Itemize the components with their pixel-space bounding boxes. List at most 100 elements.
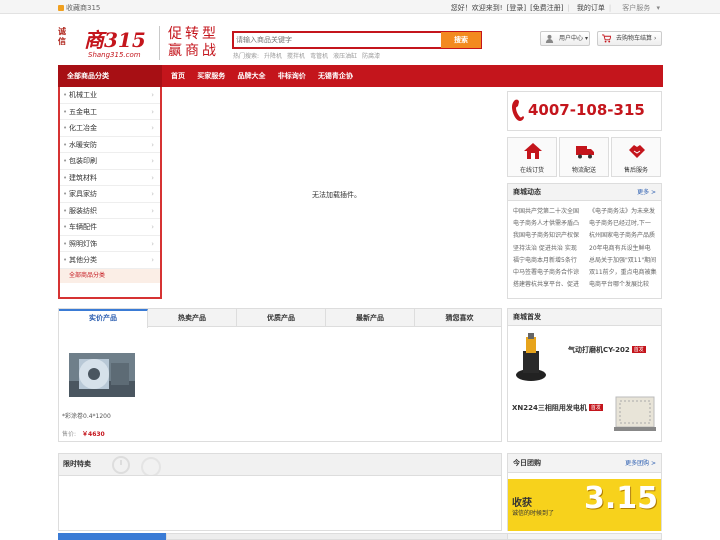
hot-search: 热门搜索: 升降机 搅拌机 弯管机 液压油缸 防腐漆 xyxy=(233,51,385,60)
category-label: 机械工业 xyxy=(69,91,97,99)
sander-image xyxy=(516,333,546,381)
news-item[interactable]: 20年电商有兵设生鲜电 xyxy=(589,243,659,255)
slogan: 促转型 赢商战 xyxy=(159,26,219,60)
nav-item-inquiry[interactable]: 非标询价 xyxy=(273,65,311,87)
first-release-badge: 首发 xyxy=(631,346,646,353)
category-item[interactable]: 五金电工 › xyxy=(60,104,160,120)
chevron-right-icon: › xyxy=(151,107,154,116)
group-buy-more-link[interactable]: 更多团购 > xyxy=(625,454,656,473)
shop-first-item[interactable]: XN224三相阻用发电机 首发 xyxy=(508,387,661,442)
search-input[interactable] xyxy=(236,34,436,46)
news-item[interactable]: 《电子商务法》为未来发 xyxy=(589,206,659,218)
category-item[interactable]: 服装纺织 › xyxy=(60,203,160,219)
news-item[interactable]: 电子商务已经过时,下一 xyxy=(589,218,659,230)
search-button[interactable]: 搜索 xyxy=(441,32,481,48)
hotline-number: 4007-108-315 xyxy=(528,101,645,119)
shop-first-item[interactable]: 气动打磨机CY-202 首发 xyxy=(508,331,661,386)
hot-word[interactable]: 弯管机 xyxy=(310,53,328,60)
news-item[interactable]: 电商平台哪个发展比较 xyxy=(589,279,659,291)
chevron-right-icon: › xyxy=(151,91,154,99)
limited-sale-panel: 限时特卖 xyxy=(58,453,502,531)
category-item[interactable]: 机械工业 › xyxy=(60,87,160,104)
nav-item-buyer-service[interactable]: 买家服务 xyxy=(192,65,230,87)
product-tabs: 实价产品 热卖产品 优质产品 最新产品 猜您喜欢 xyxy=(59,309,504,328)
service-shortcuts: 在线订货 物流配送 售后服务 xyxy=(507,137,662,177)
service-delivery[interactable]: 物流配送 xyxy=(559,137,609,177)
news-item[interactable]: 双11前夕，重点电商被集 xyxy=(589,267,659,279)
product-price-row: 售价: ￥4630 xyxy=(62,429,105,438)
generator-image xyxy=(614,396,656,431)
customer-service-label: 客户服务 xyxy=(622,4,651,12)
category-item[interactable]: 车辆配件 › xyxy=(60,219,160,236)
plugin-error-message: 无法加载插件。 xyxy=(312,191,361,199)
news-item[interactable]: 中马签署电子商务合作谅 xyxy=(513,267,583,279)
site-logo[interactable]: 诚信 商315 Shang315.com xyxy=(58,24,156,62)
all-categories-link[interactable]: 全部商品分类 xyxy=(60,268,160,283)
chevron-right-icon: › xyxy=(151,173,154,182)
group-buy-title: 今日团购 xyxy=(513,459,541,467)
category-item[interactable]: 照明灯饰 › xyxy=(60,236,160,252)
group-buy-header: 今日团购 更多团购 > xyxy=(508,454,661,473)
hot-word[interactable]: 搅拌机 xyxy=(287,53,305,60)
product-tabs-panel: 实价产品 热卖产品 优质产品 最新产品 猜您喜欢 xyxy=(58,308,502,442)
banner-date: 3.15 xyxy=(584,481,659,516)
nav-item-brands[interactable]: 品牌大全 xyxy=(232,65,270,87)
news-item[interactable]: 坚持法治 促进共治 实现 xyxy=(513,243,583,255)
tab-guess[interactable]: 猜您喜欢 xyxy=(415,309,504,327)
news-item[interactable]: 我国电子商务知识产权保 xyxy=(513,230,583,242)
news-item[interactable]: 电子商务人才供需矛盾凸 xyxy=(513,218,583,230)
user-center-button[interactable]: 用户中心 ▾ xyxy=(540,31,590,46)
news-item[interactable]: 搭建蓉杭共享平台、促进 xyxy=(513,279,583,291)
logo-main-text: 商315 xyxy=(84,28,146,52)
main-nav: 全部商品分类 首页 买家服务 品牌大全 非标询价 无锡青企协 xyxy=(58,65,663,87)
chevron-right-icon: › xyxy=(151,206,154,215)
customer-service-menu[interactable]: 客户服务 ▾ xyxy=(618,4,660,12)
category-item[interactable]: 包装印刷 › xyxy=(60,153,160,170)
hot-word[interactable]: 液压油缸 xyxy=(333,53,357,60)
category-item[interactable]: 化工冶金 › xyxy=(60,120,160,137)
nav-item-home[interactable]: 首页 xyxy=(166,65,190,87)
news-item[interactable]: 杭州国家电子商务产品质 xyxy=(589,230,659,242)
favorite-link[interactable]: 收藏商315 xyxy=(58,3,100,13)
category-label: 车辆配件 xyxy=(69,223,97,231)
category-item[interactable]: 建筑材料 › xyxy=(60,170,160,186)
group-buy-banner[interactable]: 收获 诚信的时候到了 3.15 xyxy=(508,479,661,531)
user-icon xyxy=(545,34,554,43)
login-link[interactable]: [登录] xyxy=(507,4,526,12)
tab-hot[interactable]: 热卖产品 xyxy=(148,309,237,327)
product-name[interactable]: *彩涂卷0.4*1200 xyxy=(62,411,111,420)
category-item[interactable]: 其他分类 › xyxy=(60,252,160,269)
tab-real-price[interactable]: 实价产品 xyxy=(59,309,148,328)
service-after-sales[interactable]: 售后服务 xyxy=(611,137,661,177)
all-categories-button[interactable]: 全部商品分类 xyxy=(58,65,162,87)
tab-latest[interactable]: 最新产品 xyxy=(326,309,415,327)
news-title: 商城动态 xyxy=(513,188,541,196)
hot-word[interactable]: 防腐漆 xyxy=(362,53,380,60)
shop-first-title: 商城首发 xyxy=(513,313,541,321)
service-label: 售后服务 xyxy=(623,167,648,174)
category-label: 其他分类 xyxy=(69,256,97,264)
tab-quality[interactable]: 优质产品 xyxy=(237,309,326,327)
news-item[interactable]: 福宁电商本月新增5条行 xyxy=(513,255,583,267)
product-image[interactable] xyxy=(69,353,135,397)
service-online-order[interactable]: 在线订货 xyxy=(507,137,557,177)
category-item[interactable]: 家具家纺 › xyxy=(60,186,160,203)
hot-word[interactable]: 升降机 xyxy=(264,53,282,60)
chevron-right-icon: › xyxy=(151,190,154,198)
shop-first-item-name: 气动打磨机CY-202 首发 xyxy=(568,346,646,354)
category-item[interactable]: 水暖安防 › xyxy=(60,137,160,153)
chevron-right-icon: › xyxy=(653,35,657,42)
limited-sale-header: 限时特卖 xyxy=(59,454,501,476)
news-item[interactable]: 总局关于加强"双11"期间 xyxy=(589,255,659,267)
news-more-link[interactable]: 更多 > xyxy=(637,184,656,201)
my-orders-link[interactable]: 我的订单 xyxy=(577,4,605,12)
greeting-text: 您好！欢迎来到! xyxy=(450,4,503,12)
category-label: 照明灯饰 xyxy=(69,239,97,248)
news-item[interactable]: 中国共产党第二十次全国 xyxy=(513,206,583,218)
register-link[interactable]: [免费注册] xyxy=(530,4,563,12)
nav-item-association[interactable]: 无锡青企协 xyxy=(313,65,358,87)
chevron-right-icon: › xyxy=(151,157,154,165)
cart-button[interactable]: 去购物车结算 › xyxy=(597,31,662,46)
phone-icon xyxy=(512,99,524,121)
slogan-line-1: 促转型 xyxy=(168,26,219,42)
